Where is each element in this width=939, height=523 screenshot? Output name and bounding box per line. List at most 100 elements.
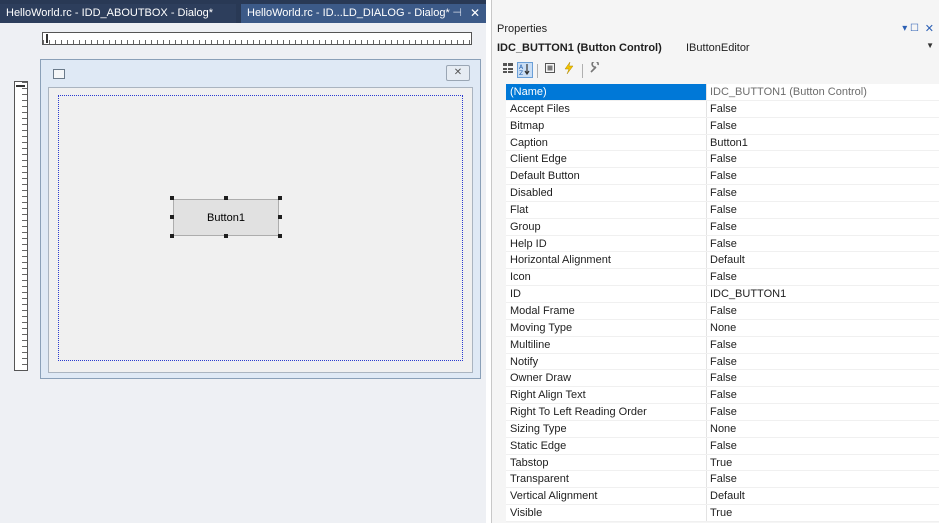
property-value[interactable]: False — [707, 353, 939, 370]
resize-handle-nw[interactable] — [170, 196, 174, 200]
property-row[interactable]: Accept Files False — [506, 100, 939, 118]
properties-panel: Properties ▾ ☐ ✕ IDC_BUTTON1 (Button Con… — [491, 0, 939, 523]
property-value[interactable]: False — [707, 117, 939, 134]
property-value[interactable]: Default — [707, 488, 939, 505]
property-value[interactable]: False — [707, 168, 939, 185]
property-row[interactable]: Right To Left Reading Order False — [506, 404, 939, 421]
button1-control[interactable]: Button1 — [173, 199, 279, 236]
resize-handle-sw[interactable] — [170, 234, 174, 238]
dialog-preview[interactable]: ✕ Button1 — [40, 59, 481, 379]
property-row[interactable]: Bitmap False — [506, 117, 939, 135]
property-value[interactable]: False — [707, 370, 939, 387]
resize-handle-e[interactable] — [278, 215, 282, 219]
property-value[interactable]: False — [707, 387, 939, 404]
property-row[interactable]: Help ID False — [506, 235, 939, 253]
categorized-icon[interactable] — [500, 62, 516, 78]
property-value[interactable]: False — [707, 218, 939, 235]
property-row[interactable]: Tabstop True — [506, 454, 939, 472]
dialog-editor: HelloWorld.rc - IDD_ABOUTBOX - Dialog* H… — [0, 0, 486, 523]
property-value[interactable]: False — [707, 336, 939, 353]
property-value[interactable]: IDC_BUTTON1 (Button Control) — [707, 84, 939, 100]
property-name: Right Align Text — [506, 387, 707, 404]
property-name: Right To Left Reading Order — [506, 404, 707, 420]
property-row[interactable]: Disabled False — [506, 185, 939, 202]
property-value[interactable]: True — [707, 454, 939, 471]
property-name: Help ID — [506, 235, 707, 252]
dialog-close-button: ✕ — [446, 65, 470, 81]
resize-handle-s[interactable] — [224, 234, 228, 238]
close-icon[interactable]: ✕ — [925, 22, 934, 35]
document-tab-bar: HelloWorld.rc - IDD_ABOUTBOX - Dialog* H… — [0, 0, 486, 23]
property-row[interactable]: Caption Button1 — [506, 134, 939, 152]
property-value[interactable]: False — [707, 201, 939, 218]
property-row[interactable]: Moving Type None — [506, 319, 939, 337]
property-name: ID — [506, 286, 707, 302]
resize-handle-w[interactable] — [170, 215, 174, 219]
property-row[interactable]: Notify False — [506, 353, 939, 371]
property-value[interactable]: False — [707, 302, 939, 319]
property-row[interactable]: Multiline False — [506, 336, 939, 354]
property-value[interactable]: False — [707, 235, 939, 252]
chevron-down-icon[interactable]: ▼ — [926, 41, 934, 50]
property-value[interactable]: Default — [707, 252, 939, 269]
property-row[interactable]: Client Edge False — [506, 151, 939, 169]
property-row[interactable]: Transparent False — [506, 471, 939, 489]
property-value[interactable]: False — [707, 185, 939, 201]
vertical-ruler[interactable] — [14, 81, 28, 371]
property-value[interactable]: None — [707, 319, 939, 336]
resize-handle-se[interactable] — [278, 234, 282, 238]
property-row[interactable]: Static Edge False — [506, 437, 939, 455]
resize-handle-ne[interactable] — [278, 196, 282, 200]
property-wrench-icon[interactable] — [587, 60, 603, 78]
tab-label: HelloWorld.rc - ID...LD_DIALOG - Dialog* — [247, 7, 450, 19]
property-value[interactable]: Button1 — [707, 134, 939, 151]
property-value[interactable]: False — [707, 151, 939, 168]
object-selector[interactable]: IDC_BUTTON1 (Button Control) IButtonEdit… — [492, 40, 939, 58]
property-row[interactable]: ID IDC_BUTTON1 — [506, 286, 939, 303]
toolbar-separator — [582, 64, 583, 78]
window-position-icon[interactable]: ▾ ☐ — [902, 23, 919, 34]
property-value[interactable]: False — [707, 269, 939, 286]
horizontal-ruler[interactable] — [42, 32, 472, 45]
property-row[interactable]: Visible True — [506, 505, 939, 522]
property-row[interactable]: Icon False — [506, 269, 939, 287]
selected-object-name: IDC_BUTTON1 (Button Control) — [497, 42, 662, 54]
property-row[interactable]: Right Align Text False — [506, 387, 939, 405]
property-row[interactable]: Group False — [506, 218, 939, 236]
dialog-client-area[interactable]: Button1 — [48, 87, 473, 373]
property-value[interactable]: False — [707, 437, 939, 454]
property-row[interactable]: Vertical Alignment Default — [506, 488, 939, 506]
property-value[interactable]: None — [707, 420, 939, 437]
window-icon — [53, 69, 65, 79]
pin-icon[interactable]: ⊣ — [452, 4, 462, 23]
property-row[interactable]: Horizontal Alignment Default — [506, 252, 939, 270]
ruler-marker — [16, 85, 25, 87]
alphabetical-icon[interactable]: AZ — [517, 62, 533, 78]
property-value[interactable]: False — [707, 404, 939, 420]
property-value[interactable]: False — [707, 100, 939, 117]
property-grid: (Name) IDC_BUTTON1 (Button Control) Accept… — [506, 84, 939, 522]
property-value[interactable]: IDC_BUTTON1 — [707, 286, 939, 302]
property-name: Accept Files — [506, 100, 707, 117]
property-row[interactable]: Owner Draw False — [506, 370, 939, 388]
property-pages-icon[interactable] — [542, 62, 558, 78]
property-value[interactable]: False — [707, 471, 939, 488]
property-name: (Name) — [506, 84, 707, 100]
property-row[interactable]: Flat False — [506, 201, 939, 219]
property-row[interactable]: Default Button False — [506, 168, 939, 186]
tab-main-dialog[interactable]: HelloWorld.rc - ID...LD_DIALOG - Dialog*… — [241, 4, 486, 23]
design-surface[interactable]: ✕ Button1 — [0, 23, 486, 523]
resize-handle-n[interactable] — [224, 196, 228, 200]
property-row[interactable]: (Name) IDC_BUTTON1 (Button Control) — [506, 84, 939, 101]
tab-aboutbox[interactable]: HelloWorld.rc - IDD_ABOUTBOX - Dialog* — [0, 4, 236, 23]
property-value[interactable]: True — [707, 505, 939, 521]
property-name: Tabstop — [506, 454, 707, 471]
property-name: Modal Frame — [506, 302, 707, 319]
property-row[interactable]: Modal Frame False — [506, 302, 939, 320]
property-name: Group — [506, 218, 707, 235]
property-row[interactable]: Sizing Type None — [506, 420, 939, 438]
property-name: Multiline — [506, 336, 707, 353]
close-icon[interactable]: ✕ — [470, 4, 480, 23]
events-icon[interactable] — [561, 61, 577, 78]
property-name: Vertical Alignment — [506, 488, 707, 505]
